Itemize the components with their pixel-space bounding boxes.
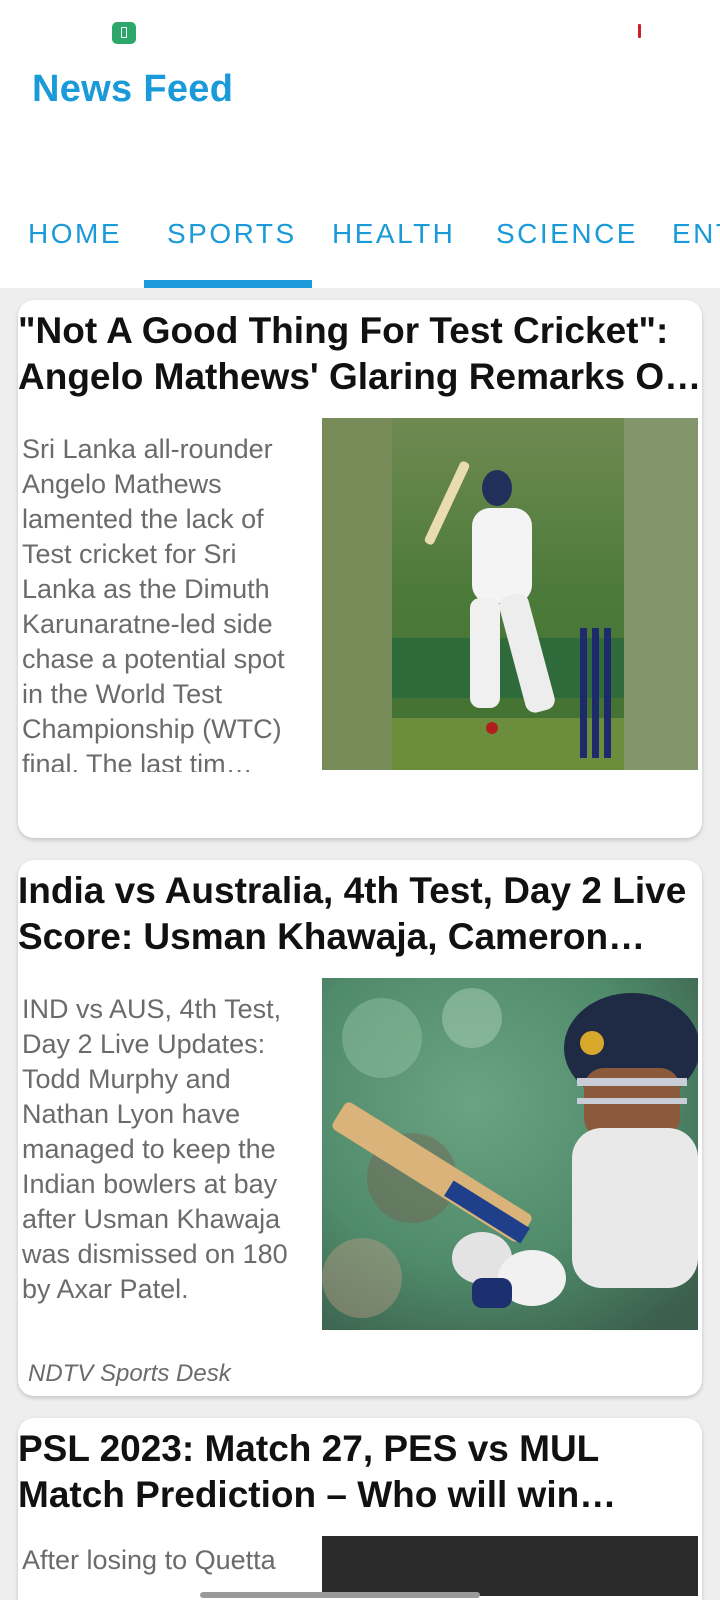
news-feed-list[interactable]: "Not A Good Thing For Test Cricket": Ang… bbox=[0, 288, 720, 1600]
selected-tab-indicator bbox=[144, 280, 312, 288]
article-title: India vs Australia, 4th Test, Day 2 Live… bbox=[18, 870, 687, 957]
tab-health[interactable]: HEALTH bbox=[332, 218, 455, 250]
article-image bbox=[322, 418, 698, 770]
tab-sports[interactable]: SPORTS bbox=[167, 218, 297, 250]
article-title: PSL 2023: Match 27, PES vs MUL Match Pre… bbox=[18, 1428, 599, 1515]
news-card[interactable]: "Not A Good Thing For Test Cricket": Ang… bbox=[18, 300, 702, 838]
article-author: NDTV Sports Desk bbox=[28, 1360, 231, 1387]
article-description: IND vs AUS, 4th Test, Day 2 Live Updates… bbox=[22, 994, 288, 1304]
article-image bbox=[322, 978, 698, 1330]
tab-entertainment[interactable]: ENTERTAINMENT bbox=[672, 218, 720, 250]
status-bar bbox=[0, 0, 720, 60]
home-indicator[interactable] bbox=[200, 1592, 480, 1598]
article-title: "Not A Good Thing For Test Cricket": Ang… bbox=[18, 310, 687, 397]
battery-icon bbox=[112, 22, 136, 44]
article-description: After losing to Quetta bbox=[22, 1545, 276, 1575]
tab-home[interactable]: HOME bbox=[28, 218, 122, 250]
tab-science[interactable]: SCIENCE bbox=[496, 218, 638, 250]
category-tabs: HOME SPORTS HEALTH SCIENCE ENTERTAINMENT bbox=[0, 190, 720, 288]
notification-dot-icon bbox=[638, 24, 641, 38]
news-card[interactable]: India vs Australia, 4th Test, Day 2 Live… bbox=[18, 860, 702, 1396]
app-title: News Feed bbox=[32, 68, 234, 110]
news-card[interactable]: PSL 2023: Match 27, PES vs MUL Match Pre… bbox=[18, 1418, 702, 1600]
article-description: Sri Lanka all-rounder Angelo Mathews lam… bbox=[22, 434, 285, 772]
article-image bbox=[322, 1536, 698, 1596]
